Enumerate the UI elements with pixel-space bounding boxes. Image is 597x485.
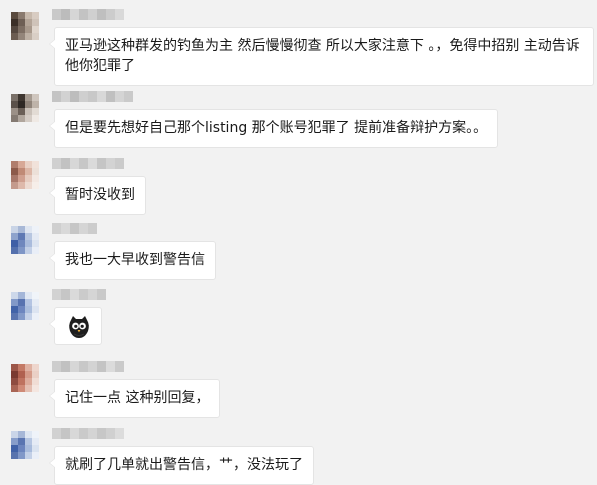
chat-message-list[interactable]: 亚马逊这种群发的钓鱼为主 然后慢慢彻查 所以大家注意下 。，免得中招别 主动告诉… bbox=[0, 0, 597, 485]
sender-name-redacted bbox=[52, 361, 124, 372]
avatar[interactable] bbox=[11, 94, 39, 122]
message-bubble[interactable]: 亚马逊这种群发的钓鱼为主 然后慢慢彻查 所以大家注意下 。，免得中招别 主动告诉… bbox=[49, 27, 594, 86]
sender-name-redacted bbox=[52, 158, 124, 169]
sender-name-redacted bbox=[52, 223, 97, 234]
avatar[interactable] bbox=[11, 431, 39, 459]
sender-name-redacted bbox=[52, 9, 124, 20]
avatar[interactable] bbox=[11, 292, 39, 320]
message-bubble[interactable]: 记住一点 这种别回复， bbox=[48, 379, 221, 418]
avatar[interactable] bbox=[11, 161, 39, 189]
emoji-bubble[interactable] bbox=[49, 307, 102, 345]
owl-emoji-icon bbox=[69, 316, 89, 338]
message-bubble[interactable]: 暂时没收到 bbox=[49, 176, 146, 215]
avatar[interactable] bbox=[11, 12, 39, 40]
avatar[interactable] bbox=[11, 226, 39, 254]
message-bubble[interactable]: 但是要先想好自己那个listing 那个账号犯罪了 提前准备辩护方案。。 bbox=[48, 109, 499, 148]
message-bubble[interactable]: 就刷了几单就出警告信，艹，没法玩了 bbox=[49, 446, 314, 485]
avatar[interactable] bbox=[11, 364, 39, 392]
sender-name-redacted bbox=[52, 428, 124, 439]
message-bubble[interactable]: 我也一大早收到警告信 bbox=[49, 241, 216, 280]
sender-name-redacted bbox=[52, 289, 106, 300]
sender-name-redacted bbox=[52, 91, 133, 102]
